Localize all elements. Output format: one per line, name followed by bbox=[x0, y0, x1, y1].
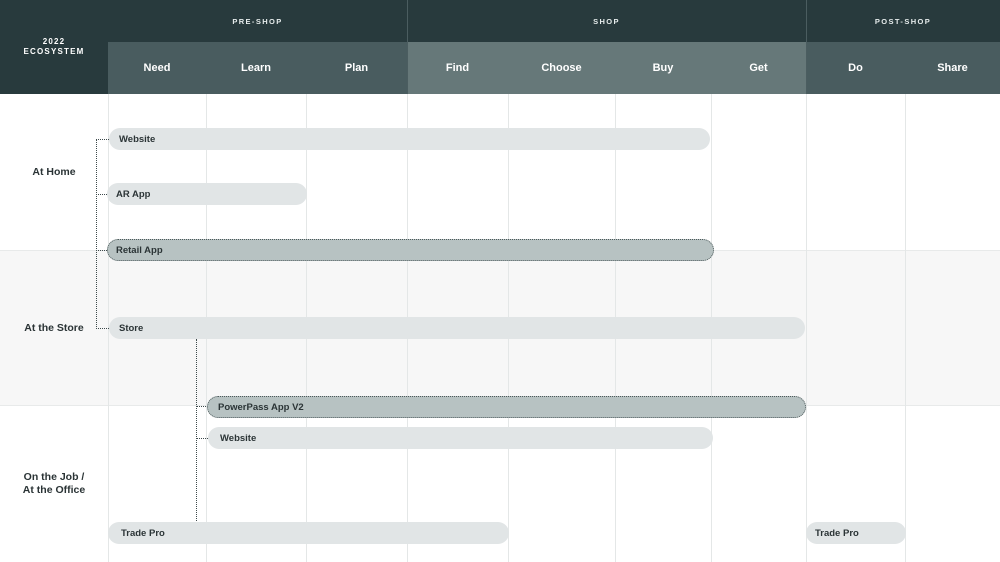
row-label-at-home: At Home bbox=[32, 166, 76, 178]
connector-line bbox=[96, 139, 97, 329]
step-buy: Buy bbox=[615, 42, 711, 94]
row-label-at-the-store: At the Store bbox=[24, 322, 84, 334]
channel-bar-store: Store bbox=[109, 317, 805, 339]
step-plan: Plan bbox=[306, 42, 407, 94]
step-learn: Learn bbox=[206, 42, 306, 94]
connector-line bbox=[196, 438, 208, 439]
step-do: Do bbox=[806, 42, 905, 94]
phase-divider bbox=[407, 0, 408, 94]
phase-post-shop: POST-SHOP bbox=[874, 16, 932, 26]
phase-pre-shop: PRE-SHOP bbox=[232, 16, 283, 26]
row-label-line: On the Job / bbox=[23, 471, 85, 483]
channel-bar-trade-pro: Trade Pro bbox=[108, 522, 509, 544]
step-find: Find bbox=[407, 42, 508, 94]
step-share: Share bbox=[905, 42, 1000, 94]
diagram-title: 2022 ECOSYSTEM bbox=[0, 0, 108, 94]
step-need: Need bbox=[108, 42, 206, 94]
phase-divider bbox=[806, 0, 807, 94]
row-label-line: At the Office bbox=[22, 484, 86, 496]
grid-line bbox=[905, 94, 906, 562]
channel-bar-retail-app: Retail App bbox=[107, 239, 714, 261]
title-label: ECOSYSTEM bbox=[23, 47, 85, 56]
connector-line bbox=[96, 328, 109, 329]
channel-bar-website-home: Website bbox=[109, 128, 710, 150]
channel-bar-ar-app: AR App bbox=[107, 183, 307, 205]
connector-line bbox=[96, 139, 109, 140]
connector-line bbox=[196, 339, 197, 521]
channel-bar-website-job: Website bbox=[208, 427, 713, 449]
step-choose: Choose bbox=[508, 42, 615, 94]
grid-line bbox=[806, 94, 807, 562]
phase-shop: SHOP bbox=[593, 16, 620, 26]
row-label-on-the-job: On the Job / At the Office bbox=[0, 471, 108, 497]
step-get: Get bbox=[711, 42, 806, 94]
channel-bar-powerpass: PowerPass App V2 bbox=[207, 396, 806, 418]
title-year: 2022 bbox=[42, 37, 66, 46]
channel-bar-trade-pro-post: Trade Pro bbox=[806, 522, 906, 544]
